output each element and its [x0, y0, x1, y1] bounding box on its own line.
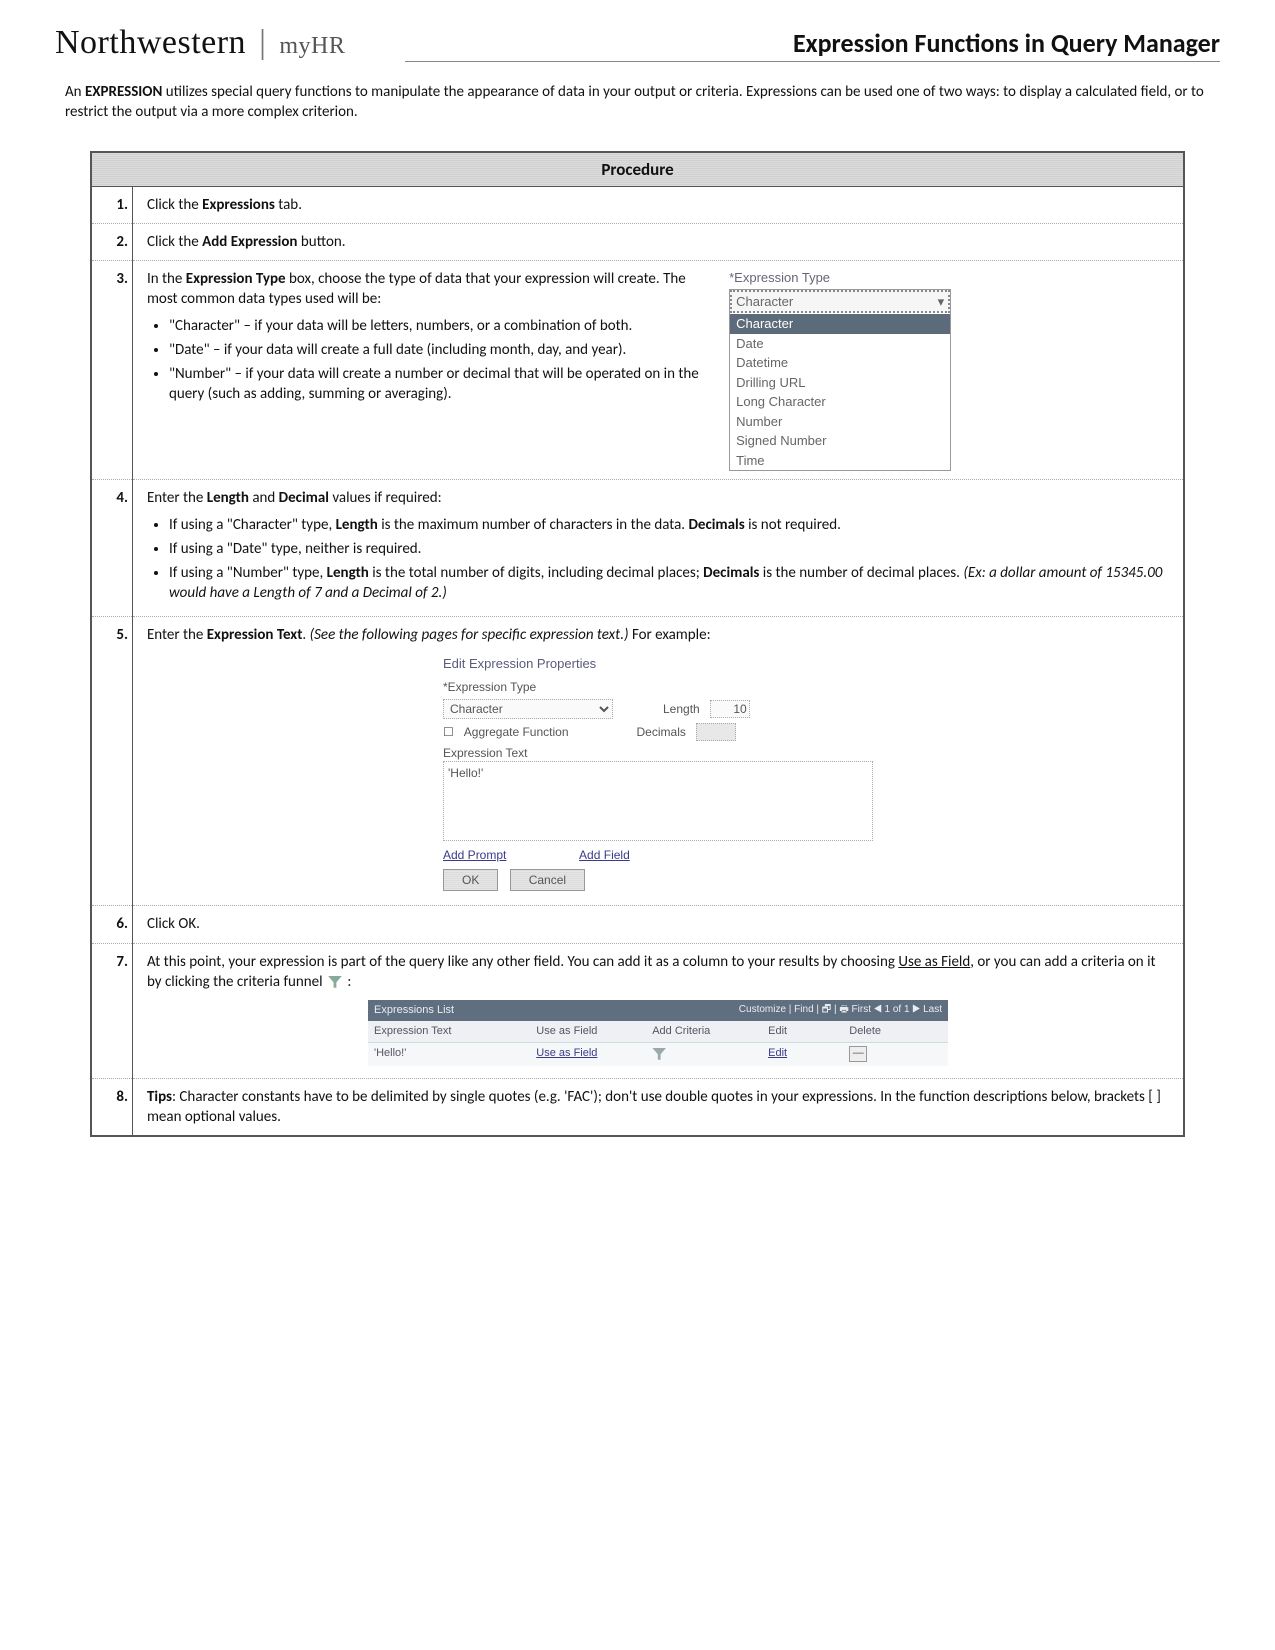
funnel-icon[interactable]: [652, 1048, 666, 1060]
edit-expression-panel: Edit Expression Properties *Expression T…: [443, 655, 873, 891]
brand: Northwestern | myHR: [55, 24, 345, 62]
table-row: 1. Click the Expressions tab.: [91, 186, 1184, 223]
expression-type-dropdown[interactable]: Character Character Date Datetime Drilli…: [729, 289, 951, 472]
page-title: Expression Functions in Query Manager: [793, 27, 1220, 59]
table-row: 2. Click the Add Expression button.: [91, 223, 1184, 260]
brand-name: Northwestern: [55, 24, 246, 61]
dropdown-option[interactable]: Datetime: [730, 353, 950, 373]
table-row: 6. Click OK.: [91, 906, 1184, 943]
use-as-field-link[interactable]: Use as Field: [536, 1046, 652, 1063]
delete-icon[interactable]: —: [849, 1046, 867, 1062]
intro-paragraph: An EXPRESSION utilizes special query fun…: [65, 82, 1210, 123]
procedure-table: Procedure 1. Click the Expressions tab. …: [90, 151, 1185, 1138]
decimals-input[interactable]: [696, 723, 736, 741]
edit-link[interactable]: Edit: [768, 1046, 849, 1063]
dropdown-option[interactable]: Signed Number: [730, 431, 950, 451]
expression-type-select[interactable]: Character: [443, 699, 613, 719]
add-prompt-link[interactable]: Add Prompt: [443, 848, 506, 862]
length-input[interactable]: [710, 700, 750, 718]
title-wrap: Expression Functions in Query Manager: [405, 27, 1220, 62]
table-row: 5. Enter the Expression Text. (See the f…: [91, 616, 1184, 906]
dropdown-label: *Expression Type: [729, 269, 1169, 287]
dropdown-option[interactable]: Number: [730, 412, 950, 432]
panel-title: Edit Expression Properties: [443, 655, 873, 673]
table-row: 7. At this point, your expression is par…: [91, 943, 1184, 1078]
dropdown-option[interactable]: Date: [730, 334, 950, 354]
brand-sub: myHR: [279, 33, 345, 59]
dropdown-option[interactable]: Long Character: [730, 392, 950, 412]
ok-button[interactable]: OK: [443, 869, 498, 891]
expression-text-input[interactable]: 'Hello!': [443, 761, 873, 841]
funnel-icon: [328, 976, 342, 988]
expressions-list-panel: Expressions List Customize | Find | 🗗 | …: [368, 1000, 948, 1066]
page-header: Northwestern | myHR Expression Functions…: [55, 24, 1220, 62]
dropdown-selected[interactable]: Character: [730, 290, 950, 314]
dropdown-option[interactable]: Time: [730, 451, 950, 471]
table-row: 4. Enter the Length and Decimal values i…: [91, 480, 1184, 616]
dropdown-option[interactable]: Character: [730, 314, 950, 334]
brand-divider: |: [259, 24, 266, 61]
add-field-link[interactable]: Add Field: [579, 848, 630, 862]
table-row: 8. Tips: Character constants have to be …: [91, 1078, 1184, 1136]
procedure-heading: Procedure: [91, 152, 1184, 187]
checkbox-icon[interactable]: ☐: [443, 724, 454, 740]
table-row: 3. In the Expression Type box, choose th…: [91, 261, 1184, 480]
dropdown-option[interactable]: Drilling URL: [730, 373, 950, 393]
cancel-button[interactable]: Cancel: [510, 869, 585, 891]
